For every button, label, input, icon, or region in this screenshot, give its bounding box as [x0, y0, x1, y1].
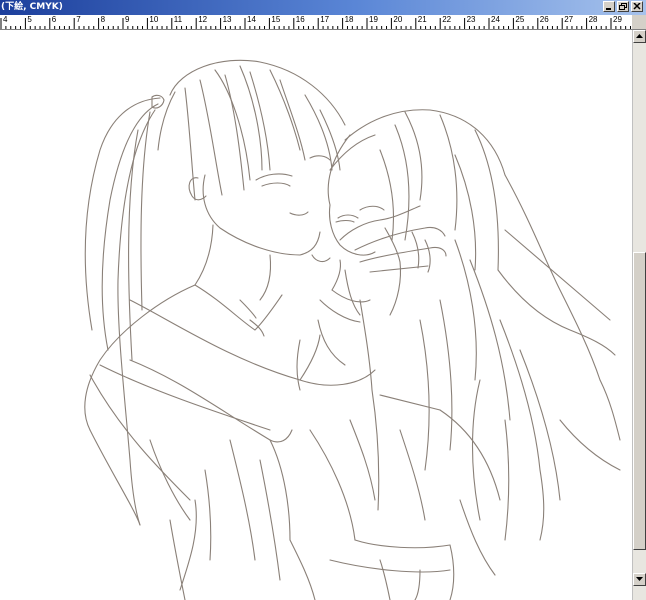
ruler-label: 10 [149, 15, 159, 24]
ruler-label: 28 [588, 15, 598, 24]
document-title-bar[interactable]: (下絵, CMYK) [0, 0, 646, 15]
minimize-button[interactable] [603, 1, 615, 12]
ruler-label: 14 [247, 15, 256, 24]
ruler-label: 15 [271, 15, 281, 24]
ruler-label: 25 [515, 15, 525, 24]
ruler-label: 9 [125, 15, 130, 24]
window-controls [603, 1, 643, 12]
scroll-up-arrow-icon [636, 34, 643, 38]
minimize-icon [606, 8, 611, 10]
ruler-label: 17 [320, 15, 330, 24]
drawing-canvas[interactable] [0, 30, 632, 600]
ruler-label: 24 [491, 15, 500, 24]
scroll-up-button[interactable] [633, 30, 646, 43]
ruler-label: 13 [222, 15, 232, 24]
ruler-label: 20 [393, 15, 403, 24]
ruler-label: 22 [442, 15, 452, 24]
close-icon [633, 3, 641, 10]
ruler-label: 5 [27, 15, 32, 24]
ruler-label: 23 [466, 15, 476, 24]
restore-icon [619, 3, 627, 10]
ruler-label: 29 [613, 15, 622, 24]
ruler-label: 21 [417, 15, 427, 24]
ruler-label: 11 [173, 15, 183, 24]
ruler-ticks [0, 18, 632, 29]
ruler-label: 16 [295, 15, 305, 24]
restore-button[interactable] [617, 1, 629, 12]
vertical-scrollbar[interactable] [632, 30, 646, 600]
horizontal-ruler[interactable]: 4 5 6 7 8 9 10 11 12 13 14 15 16 17 18 19 20 21 22 23 24 25 26… [0, 15, 632, 30]
scroll-thumb[interactable] [633, 252, 646, 550]
scroll-down-arrow-icon [636, 577, 643, 581]
line-art-sketch [84, 59, 621, 600]
ruler-label: 18 [344, 15, 354, 24]
ruler-label: 19 [369, 15, 378, 24]
ruler-label: 4 [3, 15, 8, 24]
close-button[interactable] [631, 1, 643, 12]
scroll-down-button[interactable] [633, 573, 646, 586]
ruler-label: 8 [100, 15, 106, 24]
ruler-label: 7 [76, 15, 81, 24]
ruler-label: 12 [198, 15, 208, 24]
ruler-label: 27 [564, 15, 574, 24]
ruler-corner [632, 15, 646, 30]
ruler-label: 26 [539, 15, 549, 24]
document-title: (下絵, CMYK) [1, 2, 63, 12]
ruler-label: 6 [51, 15, 57, 24]
